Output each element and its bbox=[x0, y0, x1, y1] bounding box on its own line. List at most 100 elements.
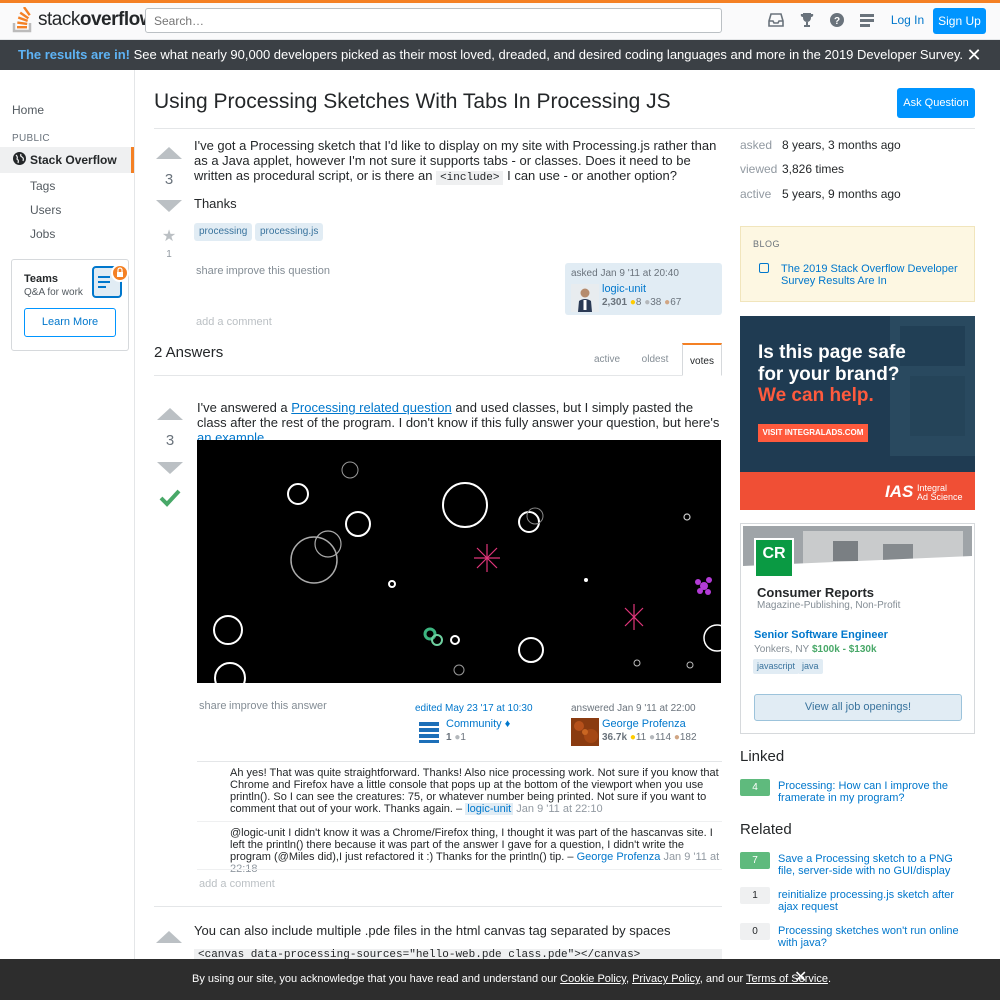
comment: @logic-unit I didn't know it was a Chrom… bbox=[230, 827, 720, 875]
learn-more-button[interactable]: Learn More bbox=[24, 308, 116, 337]
tag-processing-js[interactable]: processing.js bbox=[255, 223, 324, 241]
teams-subtitle: Q&A for work bbox=[24, 287, 83, 298]
favorite-star-icon[interactable]: ★ bbox=[156, 226, 182, 246]
logo-text: stackoverflow bbox=[38, 9, 154, 30]
improve-question-link[interactable]: improve this question bbox=[226, 265, 330, 277]
signup-button[interactable]: Sign Up bbox=[933, 8, 986, 34]
company-name[interactable]: Consumer Reports bbox=[757, 585, 874, 600]
answer-vote-count: 3 bbox=[165, 432, 175, 449]
search-input[interactable] bbox=[145, 8, 722, 33]
company-logo: CR bbox=[754, 538, 794, 578]
include-code: <include> bbox=[436, 171, 504, 185]
question-owner-name[interactable]: logic-unit bbox=[602, 283, 646, 295]
job-tag-javascript[interactable]: javascript bbox=[753, 659, 800, 674]
banner-text: See what nearly 90,000 developers picked… bbox=[129, 47, 963, 62]
accepted-checkmark-icon bbox=[157, 487, 183, 516]
answer-author-name[interactable]: George Profenza bbox=[602, 718, 686, 730]
upvote-button[interactable] bbox=[157, 408, 183, 420]
linked-question-link[interactable]: Processing: How can I improve the framer… bbox=[778, 780, 973, 804]
comment-time[interactable]: Jan 9 '11 at 22:10 bbox=[516, 803, 602, 815]
avatar[interactable] bbox=[571, 718, 599, 746]
job-title-link[interactable]: Senior Software Engineer bbox=[754, 629, 888, 641]
tab-oldest[interactable]: oldest bbox=[634, 343, 676, 376]
add-comment-link[interactable]: add a comment bbox=[199, 878, 275, 890]
question-body: I've got a Processing sketch that I'd li… bbox=[194, 138, 717, 185]
sidebar-item-users[interactable]: Users bbox=[30, 203, 61, 217]
ad-tagline: We can help. bbox=[758, 385, 874, 406]
ask-question-button[interactable]: Ask Question bbox=[897, 88, 975, 118]
answer-divider bbox=[154, 906, 722, 907]
upvote-button[interactable] bbox=[156, 931, 182, 943]
avatar[interactable] bbox=[571, 284, 599, 312]
login-button[interactable]: Log In bbox=[885, 8, 930, 33]
blog-post-link[interactable]: The 2019 Stack Overflow Developer Survey… bbox=[781, 263, 961, 287]
answer-body: I've answered a Processing related quest… bbox=[197, 400, 720, 445]
edited-time-link[interactable]: edited May 23 '17 at 10:30 bbox=[415, 703, 533, 714]
comment-user-link[interactable]: logic-unit bbox=[465, 803, 514, 815]
share-question-link[interactable]: share bbox=[196, 265, 224, 277]
tab-active[interactable]: active bbox=[586, 343, 628, 376]
sidebar-section-public: PUBLIC bbox=[12, 133, 50, 144]
stat-active-value: 5 years, 9 months ago bbox=[782, 187, 901, 201]
cookie-policy-link[interactable]: Cookie Policy bbox=[560, 973, 626, 985]
related-question-link[interactable]: Processing sketches won't run online wit… bbox=[778, 925, 973, 949]
add-comment-link[interactable]: add a comment bbox=[196, 316, 272, 328]
downvote-button[interactable] bbox=[157, 462, 183, 474]
view-all-jobs-button[interactable]: View all job openings! bbox=[754, 694, 962, 721]
ad-visit-button[interactable]: VISIT INTEGRALADS.COM bbox=[758, 424, 868, 442]
achievements-icon[interactable] bbox=[798, 12, 816, 28]
related-question-link[interactable]: Save a Processing sketch to a PNG file, … bbox=[778, 853, 973, 877]
cookie-banner: By using our site, you acknowledge that … bbox=[0, 959, 1000, 1000]
sidebar-item-jobs[interactable]: Jobs bbox=[30, 227, 55, 241]
terms-of-service-link[interactable]: Terms of Service bbox=[746, 973, 828, 985]
related-question-link[interactable]: reinitialize processing.js sketch after … bbox=[778, 889, 973, 913]
share-answer-link[interactable]: share bbox=[199, 700, 227, 712]
linked-heading: Linked bbox=[740, 748, 785, 765]
stackoverflow-logo[interactable]: stackoverflow bbox=[12, 6, 154, 34]
teams-title: Teams bbox=[24, 273, 59, 285]
lock-icon bbox=[111, 264, 129, 282]
survey-banner: The results are in! See what nearly 90,0… bbox=[0, 40, 1000, 70]
tag-processing[interactable]: processing bbox=[194, 223, 253, 241]
left-sidebar bbox=[0, 70, 135, 960]
company-industry: Magazine-Publishing, Non-Profit bbox=[757, 600, 901, 611]
question-owner-reputation: 2,301 ●8 ●38 ●67 bbox=[602, 297, 682, 308]
upvote-button[interactable] bbox=[156, 147, 182, 159]
comment: Ah yes! That was quite straightforward. … bbox=[230, 767, 719, 815]
close-icon[interactable]: ✕ bbox=[965, 46, 983, 64]
stat-asked-value: 8 years, 3 months ago bbox=[782, 138, 901, 152]
sidebar-item-home[interactable]: Home bbox=[12, 103, 44, 117]
globe-icon bbox=[13, 152, 26, 165]
stat-asked-label: asked bbox=[740, 138, 773, 152]
help-icon[interactable]: ? bbox=[828, 12, 846, 28]
asked-time: asked Jan 9 '11 at 20:40 bbox=[571, 268, 679, 279]
improve-answer-link[interactable]: improve this answer bbox=[229, 700, 327, 712]
close-icon[interactable]: ✕ bbox=[794, 970, 807, 986]
sidebar-item-tags[interactable]: Tags bbox=[30, 179, 55, 193]
processing-question-link[interactable]: Processing related question bbox=[291, 400, 451, 415]
job-tag-java[interactable]: java bbox=[798, 659, 823, 674]
question-title[interactable]: Using Processing Sketches With Tabs In P… bbox=[154, 90, 671, 114]
related-heading: Related bbox=[740, 821, 792, 838]
title-divider bbox=[154, 128, 975, 129]
site-switcher-icon[interactable] bbox=[858, 12, 876, 28]
banner-highlight-link[interactable]: The results are in! bbox=[18, 47, 130, 62]
downvote-button[interactable] bbox=[156, 200, 182, 212]
tab-votes[interactable]: votes bbox=[682, 343, 722, 376]
comment-user-link[interactable]: George Profenza bbox=[577, 851, 661, 863]
related-vote-badge: 1 bbox=[740, 887, 770, 904]
ad-headline: Is this page safe for your brand? bbox=[758, 342, 906, 385]
related-vote-badge: 7 bbox=[740, 852, 770, 869]
avatar[interactable] bbox=[415, 718, 443, 746]
inbox-icon[interactable] bbox=[767, 12, 785, 28]
privacy-policy-link[interactable]: Privacy Policy bbox=[632, 973, 700, 985]
speech-bubble-icon bbox=[759, 263, 769, 273]
stat-viewed-value: 3,826 times bbox=[782, 162, 845, 176]
question-thanks: Thanks bbox=[194, 196, 237, 211]
answers-count-heading: 2 Answers bbox=[154, 344, 224, 361]
blog-heading: BLOG bbox=[753, 239, 781, 249]
editor-name[interactable]: Community ♦ bbox=[446, 718, 510, 730]
processing-sketch-image bbox=[197, 440, 721, 683]
comments-divider bbox=[197, 761, 722, 762]
stackoverflow-logo-icon bbox=[12, 7, 32, 33]
